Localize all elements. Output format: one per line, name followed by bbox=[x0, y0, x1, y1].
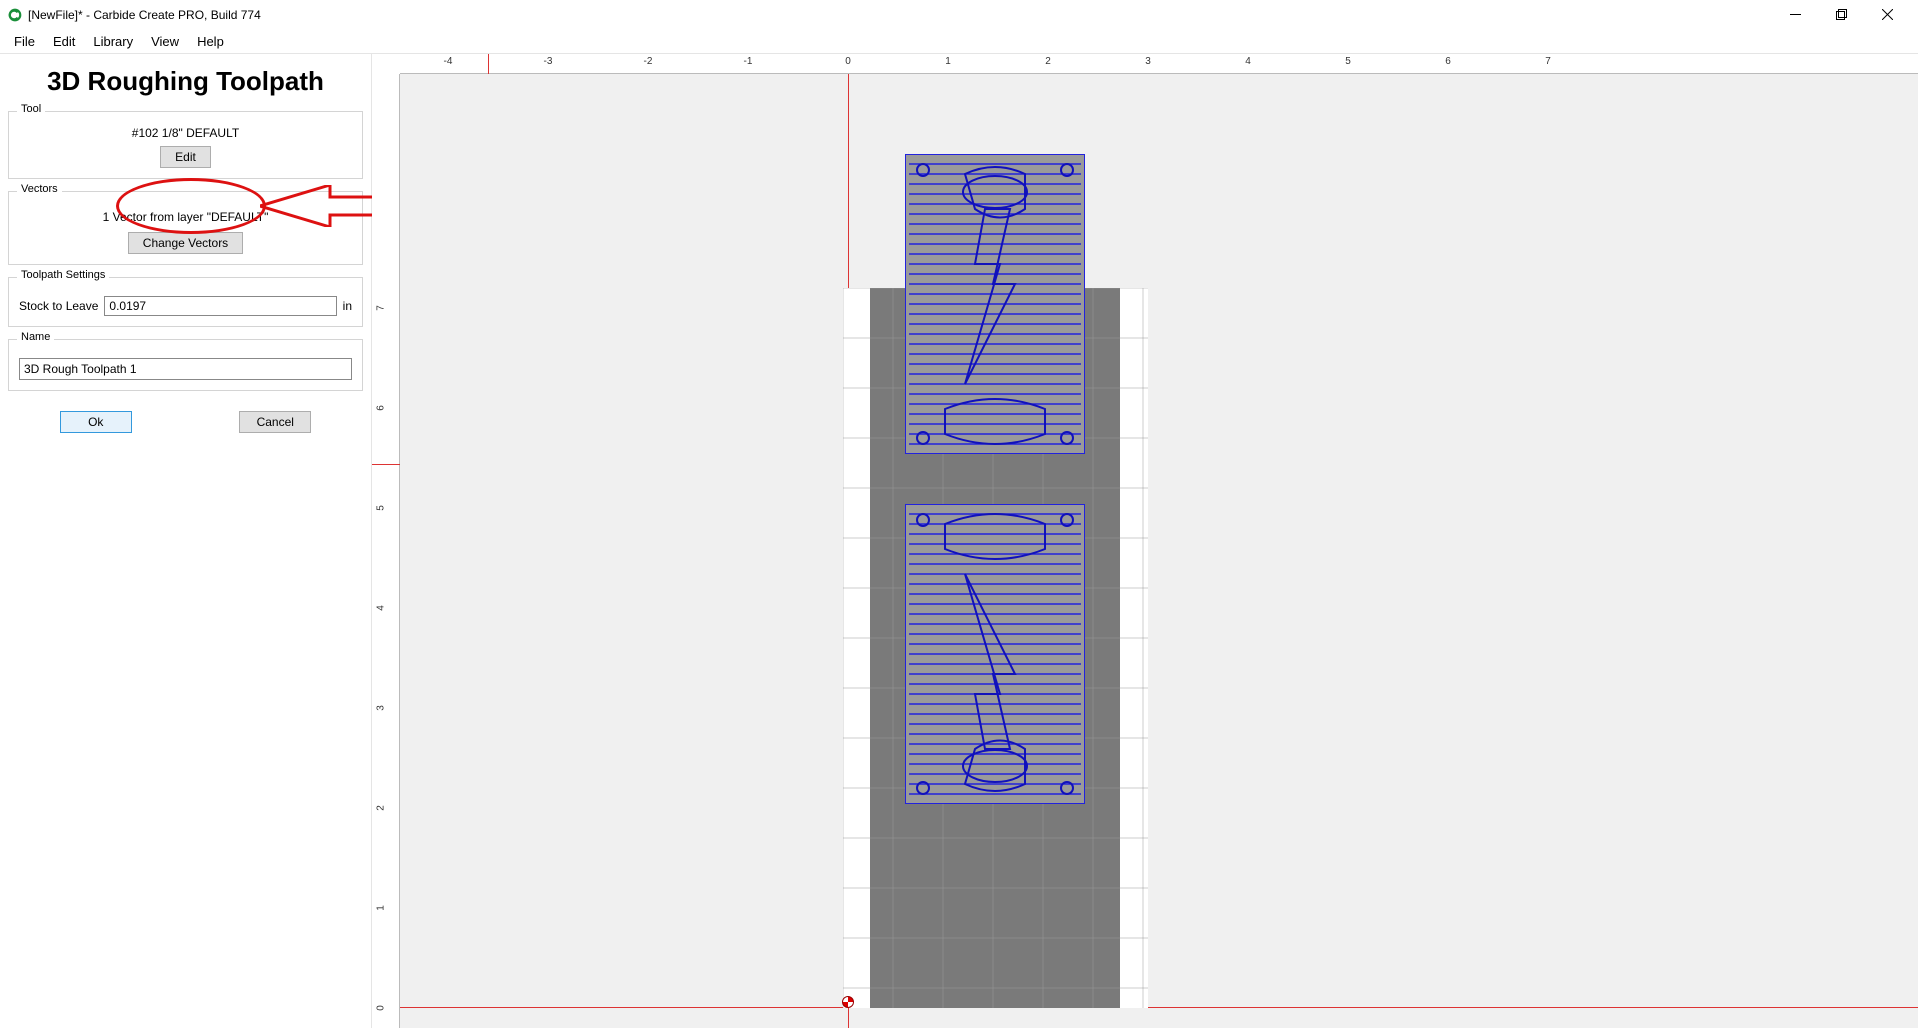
ruler-v-tick: 5 bbox=[375, 505, 386, 511]
stock-to-leave-label: Stock to Leave bbox=[19, 299, 98, 313]
ruler-v-tick: 4 bbox=[375, 605, 386, 611]
zero-line-horizontal bbox=[400, 1007, 1918, 1008]
ruler-v-tick: 3 bbox=[375, 705, 386, 711]
ruler-h-tick: 3 bbox=[1145, 56, 1151, 67]
ruler-h-tick: -2 bbox=[644, 56, 653, 67]
design-viewport[interactable]: -4 -3 -2 -1 0 1 2 3 4 5 6 7 0 1 2 3 4 5 … bbox=[372, 54, 1918, 1028]
panel-title: 3D Roughing Toolpath bbox=[6, 60, 365, 107]
window-title: [NewFile]* - Carbide Create PRO, Build 7… bbox=[28, 8, 1772, 22]
ruler-vertical: 0 1 2 3 4 5 6 7 bbox=[372, 74, 400, 1028]
ruler-h-tick: 5 bbox=[1345, 56, 1351, 67]
menu-bar: File Edit Library View Help bbox=[0, 30, 1918, 54]
app-icon bbox=[8, 8, 22, 22]
group-name-legend: Name bbox=[17, 331, 54, 343]
group-tool: Tool #102 1/8" DEFAULT Edit bbox=[8, 111, 363, 179]
group-settings-legend: Toolpath Settings bbox=[17, 269, 109, 281]
group-tool-legend: Tool bbox=[17, 103, 45, 115]
ruler-v-tick: 6 bbox=[375, 405, 386, 411]
group-vectors: Vectors 1 Vector from layer "DEFAULT" Ch… bbox=[8, 191, 363, 265]
ruler-v-tick: 7 bbox=[375, 305, 386, 311]
design-canvas[interactable] bbox=[400, 74, 1918, 1028]
toolpath-name-input[interactable] bbox=[19, 358, 352, 380]
menu-library[interactable]: Library bbox=[85, 32, 141, 51]
tool-name-label: #102 1/8" DEFAULT bbox=[19, 126, 352, 140]
close-button[interactable] bbox=[1864, 0, 1910, 30]
stock-unit-label: in bbox=[343, 299, 352, 313]
ruler-h-tick: 4 bbox=[1245, 56, 1251, 67]
window-controls bbox=[1772, 0, 1910, 30]
ruler-h-tick: 2 bbox=[1045, 56, 1051, 67]
ruler-crosshair-h bbox=[372, 464, 400, 465]
design-preview-top bbox=[905, 154, 1085, 454]
ruler-h-tick: 1 bbox=[945, 56, 951, 67]
group-toolpath-settings: Toolpath Settings Stock to Leave in bbox=[8, 277, 363, 327]
sidebar-panel: 3D Roughing Toolpath Tool #102 1/8" DEFA… bbox=[0, 54, 372, 1028]
group-vectors-legend: Vectors bbox=[17, 183, 62, 195]
menu-view[interactable]: View bbox=[143, 32, 187, 51]
maximize-icon bbox=[1836, 9, 1847, 20]
minimize-button[interactable] bbox=[1772, 0, 1818, 30]
ruler-h-tick: 0 bbox=[845, 56, 851, 67]
menu-help[interactable]: Help bbox=[189, 32, 232, 51]
title-bar: [NewFile]* - Carbide Create PRO, Build 7… bbox=[0, 0, 1918, 30]
ruler-horizontal: -4 -3 -2 -1 0 1 2 3 4 5 6 7 bbox=[400, 54, 1918, 74]
ruler-h-tick: -1 bbox=[744, 56, 753, 67]
ruler-v-tick: 0 bbox=[375, 1005, 386, 1011]
vectors-info: 1 Vector from layer "DEFAULT" bbox=[19, 210, 352, 224]
change-vectors-button[interactable]: Change Vectors bbox=[128, 232, 243, 254]
edit-tool-button[interactable]: Edit bbox=[160, 146, 211, 168]
ruler-h-tick: 7 bbox=[1545, 56, 1551, 67]
maximize-button[interactable] bbox=[1818, 0, 1864, 30]
ruler-v-tick: 1 bbox=[375, 905, 386, 911]
menu-file[interactable]: File bbox=[6, 32, 43, 51]
stock-to-leave-input[interactable] bbox=[104, 296, 336, 316]
group-name: Name bbox=[8, 339, 363, 391]
minimize-icon bbox=[1790, 9, 1801, 20]
ruler-crosshair-v bbox=[488, 54, 489, 74]
design-preview-bottom bbox=[905, 504, 1085, 804]
close-icon bbox=[1882, 9, 1893, 20]
ruler-h-tick: -4 bbox=[444, 56, 453, 67]
ruler-h-tick: -3 bbox=[544, 56, 553, 67]
ruler-h-tick: 6 bbox=[1445, 56, 1451, 67]
cancel-button[interactable]: Cancel bbox=[239, 411, 311, 433]
ruler-v-tick: 2 bbox=[375, 805, 386, 811]
ok-button[interactable]: Ok bbox=[60, 411, 132, 433]
origin-marker-icon bbox=[842, 996, 854, 1008]
menu-edit[interactable]: Edit bbox=[45, 32, 83, 51]
